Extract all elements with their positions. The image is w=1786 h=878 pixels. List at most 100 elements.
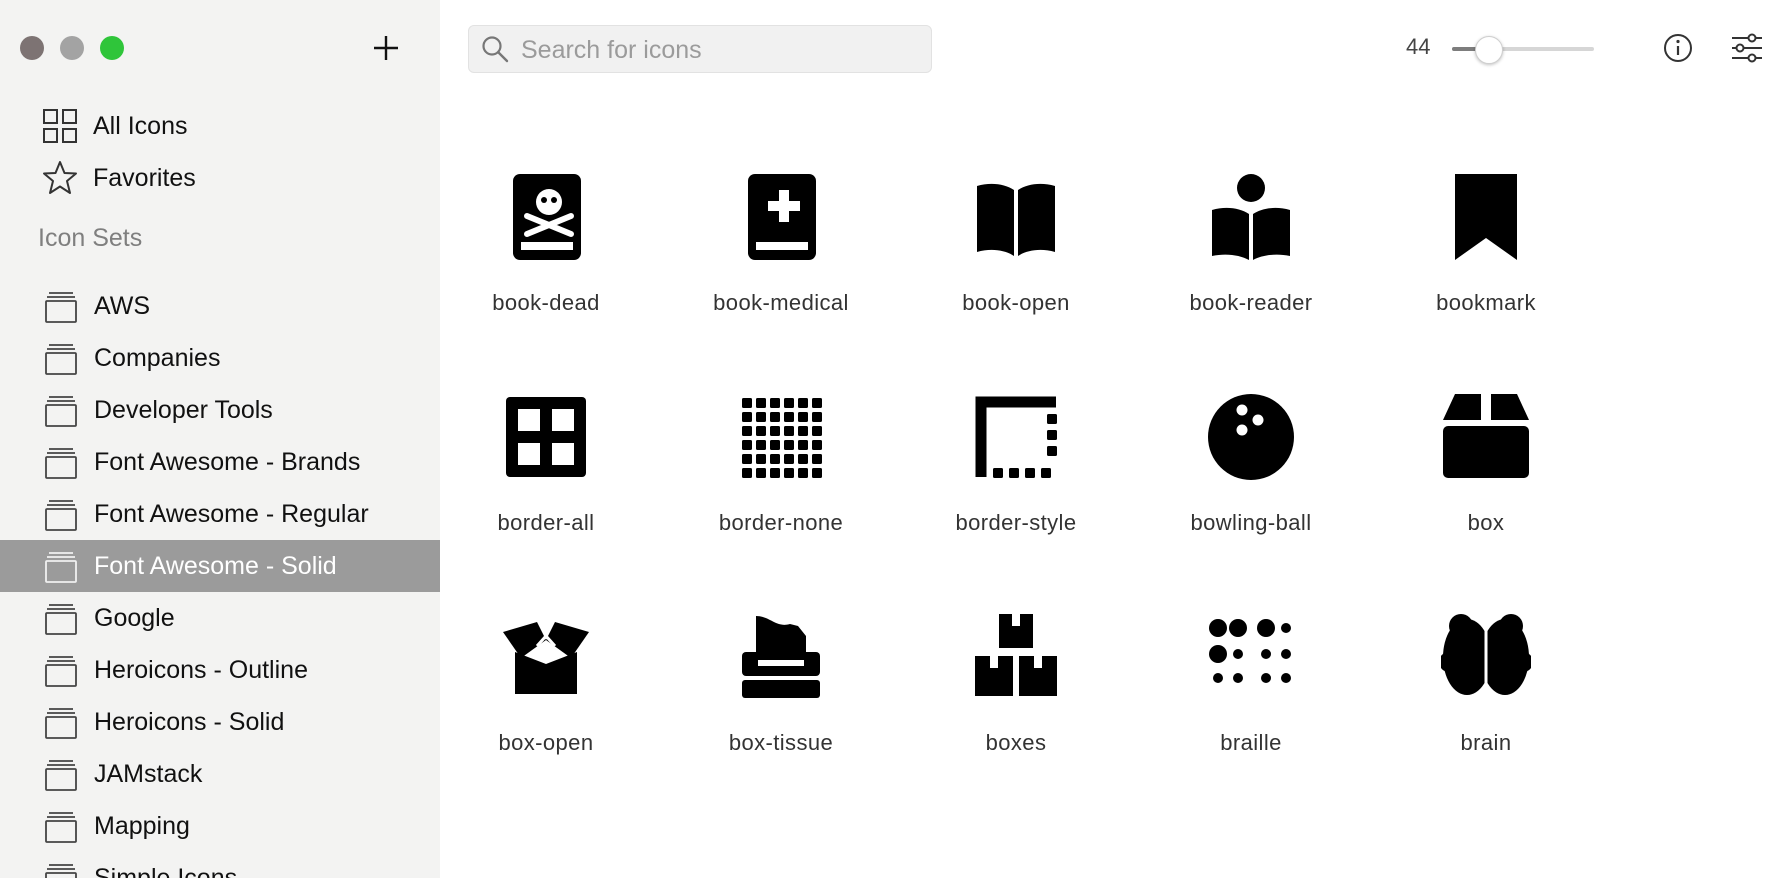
sidebar-item-icon-set[interactable]: Google [0, 592, 440, 644]
icon-name: brain [1460, 730, 1512, 755]
icon-tile[interactable]: border-all [446, 370, 646, 560]
plus-icon[interactable] [370, 32, 402, 64]
folder-stack-icon [45, 448, 77, 479]
border-all-icon [506, 397, 586, 477]
sidebar-item-icon-set[interactable]: Font Awesome - Brands [0, 436, 440, 488]
icon-tile[interactable]: bookmark [1386, 150, 1586, 340]
icon-tile[interactable]: book-reader [1151, 150, 1351, 340]
grid-icon [43, 109, 77, 143]
icon-tile[interactable]: boxes [916, 590, 1116, 780]
icon-name: book-open [962, 290, 1070, 315]
icon-tile[interactable]: border-none [681, 370, 881, 560]
icon-name: border-style [955, 510, 1077, 535]
zoom-window-button[interactable] [100, 36, 124, 60]
sidebar-item-label: Font Awesome - Solid [94, 552, 337, 580]
sidebar-item-icon-set[interactable]: Heroicons - Outline [0, 644, 440, 696]
folder-stack-icon [45, 708, 77, 739]
folder-stack-icon [45, 604, 77, 635]
slider-thumb[interactable] [1474, 36, 1503, 64]
icon-tile[interactable]: box [1386, 370, 1586, 560]
folder-stack-icon [45, 760, 77, 791]
border-none-icon [742, 398, 822, 478]
book-medical-icon [748, 174, 816, 260]
book-dead-icon [513, 174, 581, 260]
icon-size-slider[interactable] [1452, 36, 1594, 64]
icon-name: border-all [497, 510, 595, 535]
sidebar-item-icon-set[interactable]: Mapping [0, 800, 440, 852]
icon-tile[interactable]: braille [1151, 590, 1351, 780]
main-content: 44 book-dead book-medical book-open book-re… [440, 0, 1786, 878]
star-icon [43, 161, 77, 194]
sidebar-item-icon-set[interactable]: Heroicons - Solid [0, 696, 440, 748]
icon-sets-heading: Icon Sets [38, 224, 143, 252]
icon-tile[interactable]: book-dead [446, 150, 646, 340]
sidebar-item-label: Companies [94, 344, 221, 372]
icon-name: box [1467, 510, 1505, 535]
box-icon [1443, 394, 1529, 478]
icon-name: border-none [718, 510, 844, 535]
icon-tile[interactable]: brain [1386, 590, 1586, 780]
book-open-icon [977, 183, 1055, 256]
border-style-icon [975, 396, 1057, 478]
sidebar-item-label: Font Awesome - Regular [94, 500, 369, 528]
sidebar-item-all-icons[interactable]: All Icons [0, 100, 440, 152]
icon-tile[interactable]: bowling-ball [1151, 370, 1351, 560]
icon-name: braille [1220, 730, 1282, 755]
folder-stack-icon [45, 864, 77, 878]
book-reader-icon [1212, 174, 1290, 260]
sidebar-item-icon-set[interactable]: Font Awesome - Solid [0, 540, 440, 592]
icon-tile[interactable]: box-tissue [681, 590, 881, 780]
sidebar-item-icon-set[interactable]: JAMstack [0, 748, 440, 800]
folder-stack-icon [45, 500, 77, 531]
icon-name: book-dead [492, 290, 600, 315]
bowling-ball-icon [1208, 394, 1294, 480]
icon-name: book-medical [713, 290, 849, 315]
folder-stack-icon [45, 812, 77, 843]
sidebar-item-icon-set[interactable]: Font Awesome - Regular [0, 488, 440, 540]
box-tissue-icon [742, 616, 820, 698]
sidebar-item-icon-set[interactable]: AWS [0, 280, 440, 332]
sidebar-item-icon-set[interactable]: Simple Icons [0, 852, 440, 878]
sidebar: All Icons Favorites Icon Sets AWS Compani… [0, 0, 440, 878]
sliders-icon[interactable] [1730, 32, 1764, 64]
brain-icon [1441, 614, 1531, 698]
folder-stack-icon [45, 656, 77, 687]
search-input[interactable] [519, 26, 923, 74]
sidebar-item-icon-set[interactable]: Developer Tools [0, 384, 440, 436]
sidebar-item-label: Favorites [93, 163, 196, 192]
braille-icon [1209, 619, 1291, 683]
sidebar-item-label: Simple Icons [94, 864, 238, 878]
folder-stack-icon [45, 396, 77, 427]
sidebar-item-label: All Icons [93, 111, 188, 140]
folder-stack-icon [45, 292, 77, 323]
icon-tile[interactable]: box-open [446, 590, 646, 780]
icon-name: box-open [498, 730, 594, 755]
sidebar-item-label: JAMstack [94, 760, 203, 788]
sidebar-item-icon-set[interactable]: Companies [0, 332, 440, 384]
sidebar-item-label: Google [94, 604, 175, 632]
icon-name: bookmark [1436, 290, 1536, 315]
icon-size-value: 44 [1406, 34, 1431, 59]
box-open-icon [503, 622, 589, 694]
sidebar-item-label: AWS [94, 292, 151, 320]
minimize-window-button[interactable] [60, 36, 84, 60]
search-box[interactable] [468, 25, 932, 74]
sidebar-item-label: Font Awesome - Brands [94, 448, 361, 476]
boxes-icon [975, 614, 1057, 696]
close-window-button[interactable] [20, 36, 44, 60]
sidebar-item-favorites[interactable]: Favorites [0, 152, 440, 204]
icon-name: book-reader [1189, 290, 1313, 315]
window-controls [20, 36, 124, 60]
icon-name: bowling-ball [1190, 510, 1312, 535]
icon-name: boxes [985, 730, 1047, 755]
icon-tile[interactable]: book-open [916, 150, 1116, 340]
icon-tile[interactable]: border-style [916, 370, 1116, 560]
sidebar-item-label: Mapping [94, 812, 190, 840]
icon-tile[interactable]: book-medical [681, 150, 881, 340]
info-icon[interactable] [1662, 32, 1694, 64]
search-icon [482, 36, 509, 63]
folder-stack-icon [45, 344, 77, 375]
bookmark-icon [1455, 174, 1517, 260]
sidebar-item-label: Developer Tools [94, 396, 273, 424]
icon-name: box-tissue [728, 730, 834, 755]
